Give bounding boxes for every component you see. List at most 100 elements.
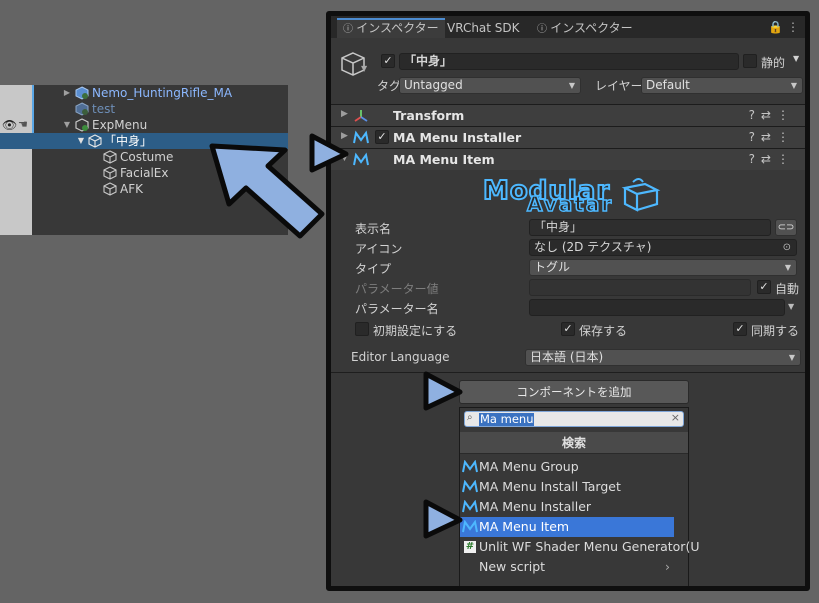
- add-component-button[interactable]: コンポーネントを追加: [459, 380, 689, 404]
- layer-value: Default: [646, 78, 690, 92]
- tab-label: インスペクター: [356, 21, 439, 35]
- icon-label: アイコン: [355, 242, 403, 256]
- inspector-panel: ⓘ インスペクター VRChat SDK ⓘ インスペクター 🔒 ⋮ ▼ ✓ 「…: [326, 11, 810, 591]
- static-checkbox[interactable]: [743, 54, 757, 68]
- hierarchy-item-label: AFK: [120, 182, 143, 196]
- prefab-icon: [75, 86, 89, 100]
- param-name-dropdown-icon[interactable]: ▼: [788, 302, 794, 311]
- default-checkbox[interactable]: [355, 322, 369, 336]
- hierarchy-item-label: Costume: [120, 150, 174, 164]
- hierarchy-item-test[interactable]: test: [0, 101, 288, 117]
- gameobject-icon: [88, 134, 102, 148]
- chevron-down-icon: ▼: [784, 263, 791, 272]
- tag-value: Untagged: [404, 78, 463, 92]
- param-value-field: [529, 279, 751, 296]
- ma-icon: [462, 520, 478, 533]
- component-header-ma-menu-item[interactable]: ▼ MA Menu Item ?⇄⋮: [331, 148, 805, 170]
- tab-label: インスペクター: [550, 21, 633, 35]
- icon-dropdown-arrow-icon[interactable]: ▼: [361, 64, 367, 73]
- result-new-script[interactable]: New script ›: [460, 557, 688, 577]
- fold-arrow-icon[interactable]: ▶: [62, 85, 72, 101]
- type-dropdown[interactable]: トグル ▼: [529, 259, 797, 276]
- param-name-label: パラメーター名: [355, 302, 439, 316]
- static-dropdown-arrow-icon[interactable]: ▼: [793, 54, 799, 63]
- gameobject-icon: [103, 150, 117, 164]
- component-header-ma-menu-installer[interactable]: ▶ ✓ MA Menu Installer ?⇄⋮: [331, 126, 805, 148]
- hierarchy-item-nemo-huntingrifle[interactable]: ▶ Nemo_HuntingRifle_MA: [0, 85, 288, 101]
- result-label: MA Menu Group: [479, 459, 579, 474]
- component-enabled-checkbox[interactable]: ✓: [375, 130, 389, 144]
- logo-box-icon: [621, 178, 661, 212]
- synced-label: 同期する: [751, 324, 800, 338]
- hierarchy-item-label: test: [92, 102, 116, 116]
- component-tools-icon[interactable]: ?⇄⋮: [749, 152, 795, 166]
- component-tools-icon[interactable]: ?⇄⋮: [749, 130, 795, 144]
- lock-icon[interactable]: 🔒 ⋮: [768, 20, 799, 34]
- auto-label: 自動: [775, 282, 800, 296]
- result-ma-menu-group[interactable]: MA Menu Group: [460, 457, 688, 477]
- icon-value: なし (2D テクスチャ): [534, 240, 652, 254]
- fold-arrow-icon[interactable]: ▼: [341, 153, 348, 163]
- result-ma-menu-item[interactable]: MA Menu Item: [460, 517, 674, 537]
- saved-checkbox[interactable]: ✓: [561, 322, 575, 336]
- fold-arrow-icon[interactable]: ▶: [341, 131, 348, 141]
- component-search-input[interactable]: ⌕ Ma menu ×: [464, 411, 684, 427]
- search-icon: ⌕: [467, 412, 473, 423]
- display-name-field[interactable]: 「中身」: [529, 219, 771, 236]
- hierarchy-item-costume[interactable]: Costume: [0, 149, 288, 165]
- display-name-label: 表示名: [355, 222, 392, 236]
- tab-inspector[interactable]: ⓘ インスペクター: [337, 18, 445, 38]
- result-label: MA Menu Install Target: [479, 479, 621, 494]
- saved-label: 保存する: [579, 324, 628, 338]
- clear-search-icon[interactable]: ×: [671, 411, 680, 424]
- tab-label: VRChat SDK: [447, 21, 520, 35]
- link-icon[interactable]: ⊂⊃: [775, 219, 797, 236]
- ma-icon: [462, 480, 478, 493]
- layer-label: レイヤー: [595, 79, 643, 93]
- synced-checkbox[interactable]: ✓: [733, 322, 747, 336]
- fold-arrow-icon[interactable]: ▼: [76, 133, 86, 149]
- info-icon: ⓘ: [537, 24, 551, 35]
- component-tools-icon[interactable]: ?⇄⋮: [749, 108, 795, 122]
- hierarchy-item-expmenu[interactable]: 👁 ☚ ▼ ExpMenu: [0, 117, 288, 133]
- param-value-label: パラメーター値: [355, 282, 439, 296]
- chevron-down-icon: ▼: [788, 353, 795, 362]
- component-name: Transform: [393, 108, 465, 123]
- fold-arrow-icon[interactable]: ▼: [62, 117, 72, 133]
- tab-bar: ⓘ インスペクター VRChat SDK ⓘ インスペクター 🔒 ⋮: [331, 16, 805, 38]
- hierarchy-item-label: Nemo_HuntingRifle_MA: [92, 86, 233, 100]
- editor-language-dropdown[interactable]: 日本語 (日本) ▼: [525, 349, 801, 366]
- icon-object-field[interactable]: なし (2D テクスチャ) ⊙: [529, 239, 797, 256]
- active-checkbox[interactable]: ✓: [381, 54, 395, 68]
- type-value: トグル: [534, 260, 571, 274]
- result-ma-menu-installer[interactable]: MA Menu Installer: [460, 497, 688, 517]
- editor-language-value: 日本語 (日本): [530, 350, 604, 364]
- result-label: MA Menu Item: [479, 519, 570, 534]
- gameobject-icon: [103, 166, 117, 180]
- object-picker-icon[interactable]: ⊙: [783, 240, 791, 255]
- ma-icon: [353, 152, 369, 166]
- search-section-header: 検索: [460, 432, 688, 454]
- tag-dropdown[interactable]: Untagged ▼: [399, 77, 581, 94]
- info-icon: ⓘ: [343, 24, 357, 35]
- object-name-field[interactable]: 「中身」: [399, 53, 739, 70]
- component-header-transform[interactable]: ▶ Transform ?⇄⋮: [331, 104, 805, 126]
- pickable-hand-icon[interactable]: ☚: [18, 117, 28, 133]
- modular-avatar-logo: Modular Avatar: [481, 175, 671, 217]
- result-ma-menu-install-target[interactable]: MA Menu Install Target: [460, 477, 688, 497]
- fold-arrow-icon[interactable]: ▶: [341, 109, 348, 119]
- hierarchy-item-afk[interactable]: AFK: [0, 181, 288, 197]
- hierarchy-item-nakami[interactable]: ▼ 「中身」: [0, 133, 288, 149]
- result-label: Unlit WF Shader Menu Generator(U: [479, 539, 700, 554]
- auto-checkbox[interactable]: ✓: [757, 280, 771, 294]
- editor-language-label: Editor Language: [351, 350, 450, 364]
- tab-vrchat-sdk[interactable]: VRChat SDK: [441, 18, 526, 38]
- param-name-field[interactable]: [529, 299, 785, 316]
- hierarchy-item-facialex[interactable]: FacialEx: [0, 165, 288, 181]
- type-label: タイプ: [355, 262, 392, 276]
- layer-dropdown[interactable]: Default ▼: [641, 77, 803, 94]
- result-unlit-wf-shader-menu-generator[interactable]: # Unlit WF Shader Menu Generator(U: [460, 537, 699, 557]
- tab-inspector-2[interactable]: ⓘ インスペクター: [531, 18, 639, 38]
- component-name: MA Menu Item: [393, 152, 495, 167]
- visibility-eye-icon[interactable]: 👁: [2, 117, 17, 133]
